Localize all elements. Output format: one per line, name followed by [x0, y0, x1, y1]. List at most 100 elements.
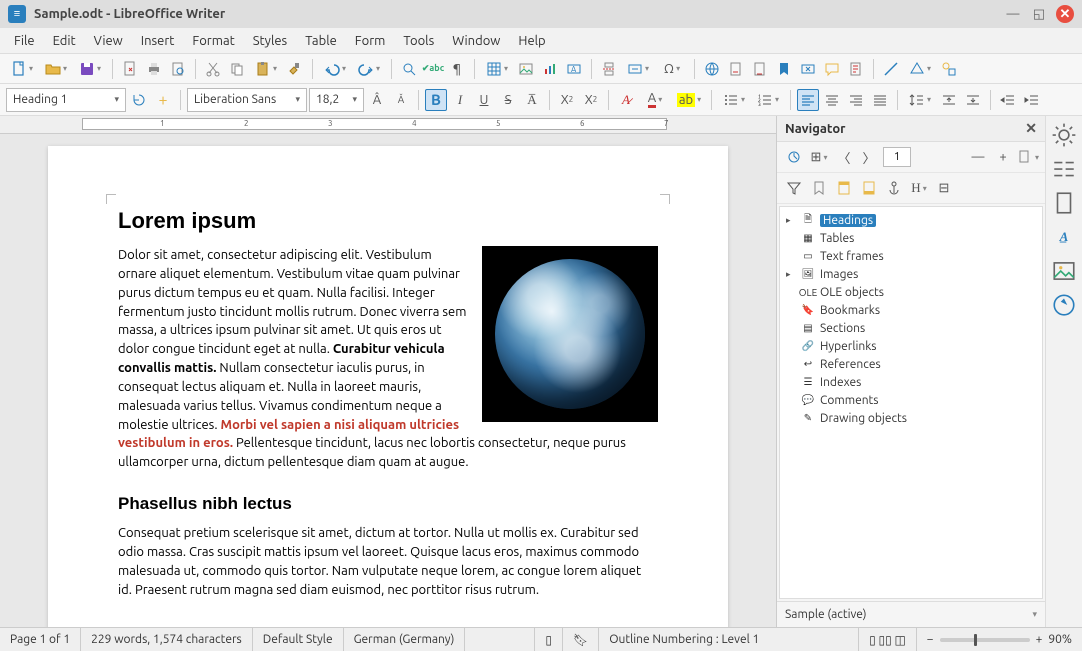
- comment-button[interactable]: [821, 58, 843, 80]
- menu-insert[interactable]: Insert: [133, 31, 183, 51]
- earth-image[interactable]: [482, 246, 658, 422]
- menu-help[interactable]: Help: [510, 31, 553, 51]
- status-page[interactable]: Page 1 of 1: [0, 628, 81, 651]
- nav-header-button[interactable]: [833, 177, 855, 199]
- menu-tools[interactable]: Tools: [395, 31, 442, 51]
- nav-item-hyperlinks[interactable]: 🔗Hyperlinks: [782, 337, 1040, 355]
- decrease-spacing-button[interactable]: [962, 89, 984, 111]
- strikethrough-button[interactable]: S: [497, 89, 519, 111]
- nav-item-ole-objects[interactable]: OLEOLE objects: [782, 283, 1040, 301]
- special-character-button[interactable]: Ω: [656, 58, 688, 80]
- maximize-button[interactable]: ◱: [1030, 5, 1048, 23]
- draw-functions-button[interactable]: [938, 58, 960, 80]
- font-color-button[interactable]: A: [639, 89, 671, 111]
- nav-item-sections[interactable]: ▤Sections: [782, 319, 1040, 337]
- nav-reminder-button[interactable]: [808, 177, 830, 199]
- nav-filter-button[interactable]: [783, 177, 805, 199]
- nav-item-indexes[interactable]: ☰Indexes: [782, 373, 1040, 391]
- insert-chart-button[interactable]: [539, 58, 561, 80]
- nav-item-comments[interactable]: 💬Comments: [782, 391, 1040, 409]
- highlight-color-button[interactable]: ab: [673, 89, 705, 111]
- print-preview-button[interactable]: [167, 58, 189, 80]
- nav-demote-button[interactable]: +: [992, 146, 1014, 168]
- clone-formatting-button[interactable]: [284, 58, 306, 80]
- nav-item-bookmarks[interactable]: 🔖Bookmarks: [782, 301, 1040, 319]
- navigator-footer[interactable]: Sample (active)▾: [777, 601, 1045, 627]
- heading-1[interactable]: Lorem ipsum: [118, 208, 658, 234]
- insert-table-button[interactable]: [481, 58, 513, 80]
- copy-button[interactable]: [226, 58, 248, 80]
- zoom-slider[interactable]: [940, 638, 1030, 642]
- align-right-button[interactable]: [845, 89, 867, 111]
- status-selection-mode[interactable]: ▯: [535, 628, 563, 651]
- status-signature[interactable]: 🔖︎: [563, 628, 599, 651]
- nav-item-images[interactable]: ▸🖼︎Images: [782, 265, 1040, 283]
- endnote-button[interactable]: [749, 58, 771, 80]
- footnote-button[interactable]: [725, 58, 747, 80]
- new-document-button[interactable]: [6, 58, 38, 80]
- align-center-button[interactable]: [821, 89, 843, 111]
- nav-prev-button[interactable]: 〈: [833, 146, 855, 168]
- hyperlink-button[interactable]: [701, 58, 723, 80]
- navigator-close-button[interactable]: ✕: [1025, 120, 1037, 137]
- line-spacing-button[interactable]: [904, 89, 936, 111]
- find-replace-button[interactable]: [398, 58, 420, 80]
- spellcheck-button[interactable]: ✔︎abc: [422, 58, 444, 80]
- cut-button[interactable]: [202, 58, 224, 80]
- insert-image-button[interactable]: [515, 58, 537, 80]
- formatting-marks-button[interactable]: ¶: [446, 58, 468, 80]
- nav-navigation-button[interactable]: ⊞: [808, 146, 830, 168]
- menu-edit[interactable]: Edit: [45, 31, 84, 51]
- number-list-button[interactable]: 123: [752, 89, 784, 111]
- redo-button[interactable]: [353, 58, 385, 80]
- line-button[interactable]: [880, 58, 902, 80]
- nav-item-tables[interactable]: ▦Tables: [782, 229, 1040, 247]
- grow-font-button[interactable]: Â: [366, 89, 388, 111]
- nav-item-headings[interactable]: ▸🗎Headings: [782, 211, 1040, 229]
- nav-item-references[interactable]: ↩︎References: [782, 355, 1040, 373]
- paragraph-style-combo[interactable]: Heading 1: [6, 88, 126, 112]
- undo-button[interactable]: [319, 58, 351, 80]
- update-style-button[interactable]: [128, 89, 150, 111]
- sidebar-settings-icon[interactable]: [1051, 122, 1077, 148]
- zoom-out-icon[interactable]: −: [927, 633, 934, 646]
- sidebar-properties-icon[interactable]: [1051, 156, 1077, 182]
- shrink-font-button[interactable]: Ǎ: [390, 89, 412, 111]
- sidebar-gallery-icon[interactable]: [1051, 258, 1077, 284]
- status-words[interactable]: 229 words, 1,574 characters: [81, 628, 253, 651]
- increase-indent-button[interactable]: [997, 89, 1019, 111]
- page-break-button[interactable]: [598, 58, 620, 80]
- paste-button[interactable]: [250, 58, 282, 80]
- minimize-button[interactable]: —: [1004, 5, 1022, 23]
- insert-field-button[interactable]: [622, 58, 654, 80]
- status-insert-mode[interactable]: [465, 628, 535, 651]
- menu-view[interactable]: View: [86, 31, 131, 51]
- subscript-button[interactable]: X2: [580, 89, 602, 111]
- navigator-tree[interactable]: ▸🗎Headings▦Tables▭Text frames▸🖼︎ImagesOL…: [779, 206, 1043, 599]
- status-view-buttons[interactable]: ▯ ▯▯ ◫: [859, 628, 917, 651]
- track-changes-button[interactable]: [845, 58, 867, 80]
- font-size-combo[interactable]: 18,2: [309, 88, 364, 112]
- open-button[interactable]: [40, 58, 72, 80]
- menu-window[interactable]: Window: [444, 31, 508, 51]
- increase-spacing-button[interactable]: [938, 89, 960, 111]
- nav-anchor-button[interactable]: [883, 177, 905, 199]
- print-button[interactable]: [143, 58, 165, 80]
- nav-item-text-frames[interactable]: ▭Text frames: [782, 247, 1040, 265]
- bullet-list-button[interactable]: [718, 89, 750, 111]
- nav-item-drawing-objects[interactable]: ✎Drawing objects: [782, 409, 1040, 427]
- bookmark-button[interactable]: [773, 58, 795, 80]
- nav-listbox-button[interactable]: ⊟: [933, 177, 955, 199]
- horizontal-ruler[interactable]: 1 2 3 4 5 6 7: [0, 116, 776, 134]
- insert-textbox-button[interactable]: A: [563, 58, 585, 80]
- menu-format[interactable]: Format: [184, 31, 242, 51]
- nav-promote-button[interactable]: —: [967, 146, 989, 168]
- nav-next-button[interactable]: 〉: [858, 146, 880, 168]
- save-button[interactable]: [74, 58, 106, 80]
- menu-table[interactable]: Table: [297, 31, 345, 51]
- basic-shapes-button[interactable]: [904, 58, 936, 80]
- close-button[interactable]: ✕: [1056, 5, 1074, 23]
- status-language[interactable]: German (Germany): [344, 628, 466, 651]
- underline-button[interactable]: U: [473, 89, 495, 111]
- nav-heading-levels-button[interactable]: H: [908, 177, 930, 199]
